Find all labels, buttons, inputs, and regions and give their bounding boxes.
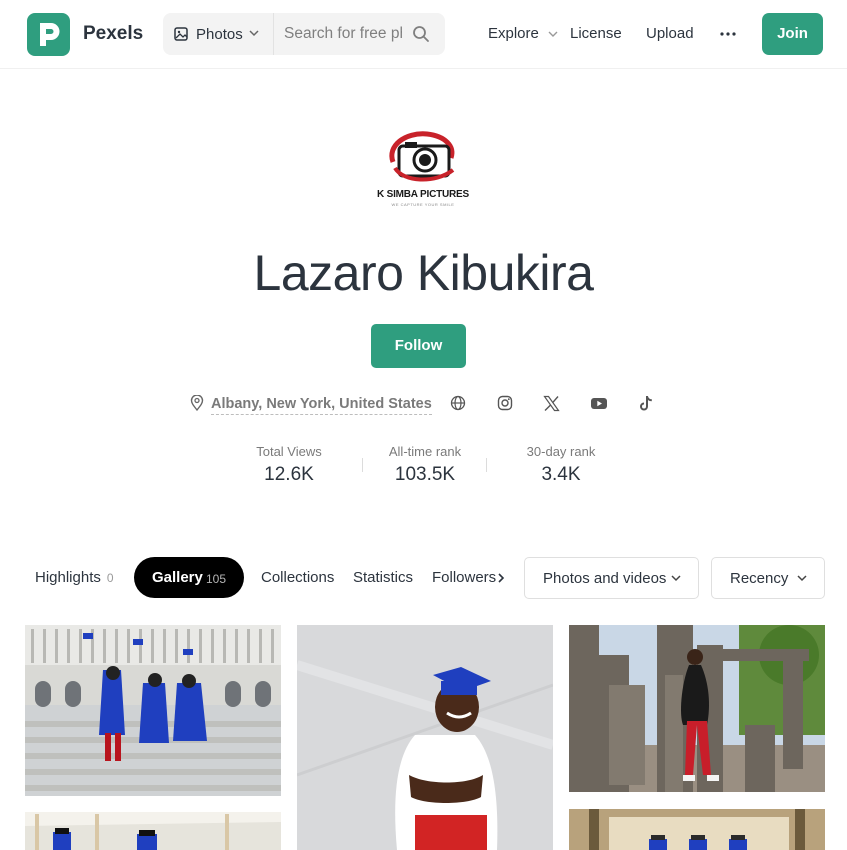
tab-collections[interactable]: Collections	[261, 569, 334, 586]
location-pin-icon	[190, 395, 204, 411]
sort-dropdown[interactable]: Recency	[711, 557, 825, 599]
chevron-down-icon	[249, 30, 259, 37]
tab-label: Gallery	[152, 569, 203, 586]
pexels-logo-icon[interactable]	[27, 13, 70, 56]
profile-location[interactable]: Albany, New York, United States	[211, 396, 432, 415]
stat-all-time-rank: All-time rank 103.5K	[375, 444, 475, 486]
stat-divider	[486, 458, 487, 472]
brand-name[interactable]: Pexels	[83, 23, 143, 45]
stat-divider	[362, 458, 363, 472]
stat-label: 30-day rank	[526, 444, 596, 459]
tab-statistics[interactable]: Statistics	[353, 569, 413, 586]
tab-count: 0	[106, 571, 114, 585]
search-icon[interactable]	[412, 25, 430, 43]
gallery-photo[interactable]	[569, 809, 825, 850]
join-button[interactable]: Join	[762, 13, 823, 55]
stat-value: 3.4K	[541, 464, 581, 485]
globe-icon[interactable]	[450, 395, 466, 411]
media-type-label: Photos	[196, 26, 243, 43]
nav-explore[interactable]: Explore	[488, 25, 558, 42]
studio-logo-text: K SIMBA PICTURES	[377, 189, 469, 200]
tab-gallery[interactable]: Gallery 105	[134, 557, 244, 598]
dropdown-label: Recency	[730, 570, 789, 587]
studio-tagline: WE CAPTURE YOUR SMILE	[391, 202, 455, 207]
search-input[interactable]	[284, 13, 402, 55]
youtube-icon[interactable]	[590, 395, 608, 411]
gallery-photo[interactable]	[569, 625, 825, 792]
stat-label: Total Views	[256, 444, 322, 459]
gallery-photo[interactable]	[297, 625, 553, 850]
stat-label: All-time rank	[388, 444, 462, 459]
media-type-selector[interactable]: Photos	[163, 13, 274, 55]
tab-highlights[interactable]: Highlights 0	[35, 569, 114, 586]
stat-30-day-rank: 30-day rank 3.4K	[511, 444, 611, 486]
tab-label: Highlights	[35, 569, 101, 586]
follow-button[interactable]: Follow	[371, 324, 466, 368]
profile-name: Lazaro Kibukira	[253, 245, 594, 301]
search-bar: Photos	[163, 13, 445, 55]
top-nav-bar: Pexels Photos Explore License Upload Jo	[0, 0, 847, 69]
stat-value: 12.6K	[264, 464, 314, 485]
nav-upload[interactable]: Upload	[646, 25, 694, 42]
chevron-down-icon	[548, 31, 558, 37]
media-filter-dropdown[interactable]: Photos and videos	[524, 557, 699, 599]
gallery-photo[interactable]	[25, 812, 281, 850]
instagram-icon[interactable]	[497, 395, 513, 411]
nav-license[interactable]: License	[570, 25, 622, 42]
chevron-right-icon[interactable]	[497, 573, 505, 583]
chevron-down-icon	[797, 575, 807, 582]
nav-explore-label: Explore	[488, 25, 539, 42]
tiktok-icon[interactable]	[639, 395, 654, 412]
more-dots-icon[interactable]	[720, 32, 736, 36]
image-icon	[174, 27, 188, 41]
stat-value: 103.5K	[394, 464, 456, 485]
dropdown-label: Photos and videos	[543, 570, 667, 587]
tab-followers[interactable]: Followers	[432, 569, 496, 586]
tab-count: 105	[206, 572, 227, 586]
gallery-photo[interactable]	[25, 625, 281, 796]
x-icon[interactable]	[543, 395, 560, 412]
chevron-down-icon	[671, 575, 681, 582]
stat-total-views: Total Views 12.6K	[239, 444, 339, 486]
